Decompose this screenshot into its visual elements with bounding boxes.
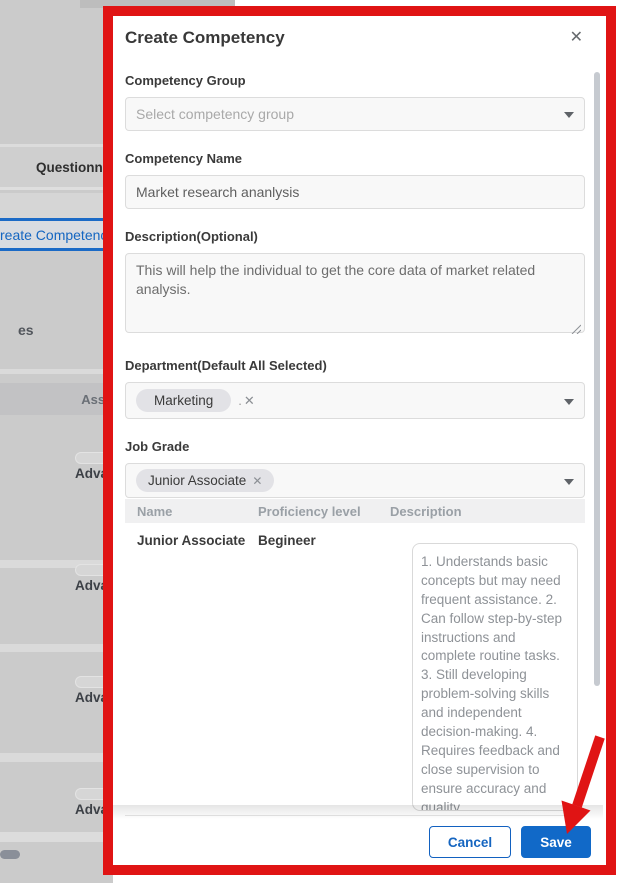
row-separator (0, 369, 113, 374)
cell-description-box: 1. Understands basic concepts but may ne… (412, 543, 578, 811)
remove-department-icon[interactable]: ✕ (244, 393, 255, 409)
competency-group-placeholder: Select competency group (136, 106, 294, 122)
column-header-proficiency: Proficiency level (258, 504, 390, 519)
background-band (0, 193, 113, 218)
job-grade-select[interactable]: Junior Associate ✕ (125, 463, 585, 498)
tab-questionnaire-label: Questionnaire (0, 160, 127, 175)
job-grade-chip: Junior Associate ✕ (136, 469, 274, 492)
column-header-name: Name (125, 504, 258, 519)
truncated-heading: es (0, 322, 113, 338)
dialog-footer: Cancel Save (113, 819, 603, 865)
row-separator (0, 832, 113, 842)
cell-proficiency: Begineer (258, 533, 316, 548)
background-top-block (80, 0, 235, 8)
close-icon[interactable]: ✕ (566, 26, 587, 50)
dialog-title: Create Competency (125, 28, 285, 47)
department-chip-label: Marketing (154, 393, 213, 408)
description-label: Description(Optional) (125, 229, 585, 244)
create-competency-link-label: reate Competenc (0, 227, 107, 243)
horizontal-scrollbar-thumb[interactable] (0, 850, 20, 859)
department-select[interactable]: Marketing . ✕ (125, 382, 585, 419)
background-table-header-label: Asso (81, 392, 113, 407)
competency-name-label: Competency Name (125, 151, 585, 166)
dialog-scrollbar-thumb[interactable] (594, 72, 600, 686)
job-grade-label: Job Grade (125, 439, 585, 454)
proficiency-table-header: Name Proficiency level Description (125, 499, 585, 523)
chevron-down-icon (564, 112, 574, 118)
job-grade-chip-label: Junior Associate (148, 473, 246, 488)
description-textarea[interactable]: This will help the individual to get the… (125, 253, 585, 333)
table-row: Junior Associate Begineer 1. Understands… (125, 523, 585, 816)
create-competency-link[interactable]: reate Competenc (0, 218, 113, 251)
dialog-body: Competency Group Select competency group… (113, 73, 603, 816)
cancel-button[interactable]: Cancel (429, 826, 511, 858)
background-table-header: Asso (0, 383, 113, 415)
row-separator (0, 753, 113, 762)
chevron-down-icon (564, 479, 574, 485)
department-chip: Marketing (136, 389, 231, 412)
department-label: Department(Default All Selected) (125, 358, 585, 373)
row-separator (0, 644, 113, 652)
column-header-description: Description (390, 504, 585, 519)
competency-group-label: Competency Group (125, 73, 585, 88)
tab-questionnaire[interactable]: Questionnaire (0, 144, 113, 190)
dialog-header: Create Competency ✕ (113, 16, 603, 60)
remove-job-grade-icon[interactable]: ✕ (252, 474, 262, 488)
competency-group-select[interactable]: Select competency group (125, 97, 585, 131)
proficiency-table: Name Proficiency level Description Junio… (125, 499, 585, 816)
competency-name-input[interactable] (125, 175, 585, 209)
save-button[interactable]: Save (521, 826, 591, 858)
cell-name: Junior Associate (137, 533, 245, 548)
chip-dot: . (238, 393, 242, 408)
create-competency-dialog: Create Competency ✕ Competency Group Sel… (113, 16, 603, 865)
chevron-down-icon (564, 399, 574, 405)
background-page: Questionnaire reate Competenc es Asso Ad… (0, 0, 113, 883)
